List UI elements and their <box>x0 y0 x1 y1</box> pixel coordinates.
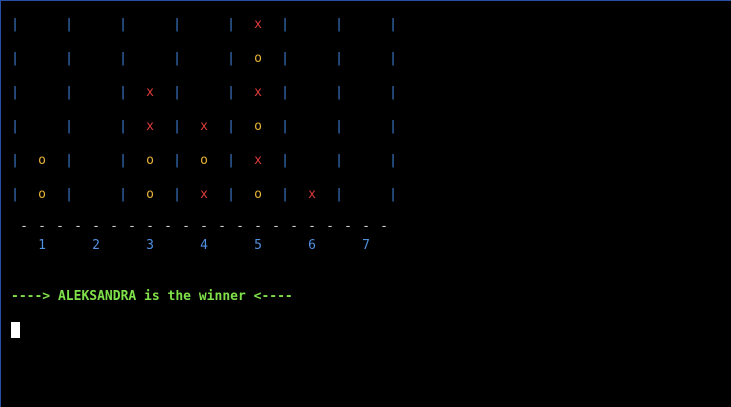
column-separator: | <box>281 119 289 134</box>
board-base-dash: - <box>290 219 298 234</box>
column-separator: | <box>173 187 181 202</box>
terminal-cursor <box>11 322 20 338</box>
column-separator: | <box>119 119 127 134</box>
board-base-dash: - <box>164 219 172 234</box>
board-base-dash: - <box>20 219 28 234</box>
player-o-token: o <box>38 153 46 168</box>
column-separator: | <box>119 187 127 202</box>
player-o-token: o <box>146 187 154 202</box>
board-base-dash: - <box>326 219 334 234</box>
column-separator: | <box>389 119 397 134</box>
column-number: 6 <box>308 238 316 253</box>
column-separator: | <box>173 85 181 100</box>
column-separator: | <box>389 17 397 32</box>
player-x-token: x <box>308 187 316 202</box>
column-separator: | <box>11 85 19 100</box>
column-separator: | <box>281 17 289 32</box>
board-base-dash: - <box>146 219 154 234</box>
board-base-dash: - <box>272 219 280 234</box>
column-separator: | <box>65 17 73 32</box>
column-number: 1 <box>38 238 46 253</box>
player-x-token: x <box>146 85 154 100</box>
board-base-dash: - <box>362 219 370 234</box>
player-o-token: o <box>254 119 262 134</box>
column-separator: | <box>335 85 343 100</box>
player-o-token: o <box>38 187 46 202</box>
board-base-dash: - <box>92 219 100 234</box>
column-separator: | <box>65 51 73 66</box>
column-separator: | <box>389 153 397 168</box>
column-separator: | <box>335 119 343 134</box>
board-base-dash: - <box>380 219 388 234</box>
board-base-dash: - <box>182 219 190 234</box>
column-separator: | <box>335 153 343 168</box>
column-separator: | <box>11 51 19 66</box>
column-separator: | <box>65 187 73 202</box>
board-base-dash: - <box>56 219 64 234</box>
column-separator: | <box>281 153 289 168</box>
column-separator: | <box>11 153 19 168</box>
board-base-dash: - <box>128 219 136 234</box>
player-o-token: o <box>146 153 154 168</box>
connect-four-board: | | | | | | | | x | | | | | | | | o | | | | | | | | x x | | | | | | | | x x o |… <box>0 0 731 407</box>
board-base-dash: - <box>200 219 208 234</box>
column-separator: | <box>389 51 397 66</box>
column-separator: | <box>173 119 181 134</box>
column-separator: | <box>335 51 343 66</box>
player-o-token: o <box>200 153 208 168</box>
winner-message: ----> ALEKSANDRA is the winner <---- <box>11 289 293 304</box>
column-separator: | <box>11 17 19 32</box>
column-separator: | <box>173 17 181 32</box>
column-separator: | <box>389 85 397 100</box>
column-separator: | <box>65 153 73 168</box>
board-base-dash: - <box>236 219 244 234</box>
board-base-dash: - <box>38 219 46 234</box>
column-separator: | <box>119 17 127 32</box>
board-base-dash: - <box>344 219 352 234</box>
column-number: 4 <box>200 238 208 253</box>
column-separator: | <box>65 85 73 100</box>
board-base-dash: - <box>110 219 118 234</box>
column-number: 5 <box>254 238 262 253</box>
player-x-token: x <box>254 85 262 100</box>
board-base-dash: - <box>308 219 316 234</box>
column-separator: | <box>119 85 127 100</box>
column-separator: | <box>281 187 289 202</box>
column-separator: | <box>11 187 19 202</box>
column-separator: | <box>227 85 235 100</box>
column-separator: | <box>281 85 289 100</box>
column-separator: | <box>227 187 235 202</box>
column-number: 7 <box>362 238 370 253</box>
column-number: 3 <box>146 238 154 253</box>
player-o-token: o <box>254 51 262 66</box>
board-base-dash: - <box>218 219 226 234</box>
column-separator: | <box>335 17 343 32</box>
column-separator: | <box>389 187 397 202</box>
column-separator: | <box>227 153 235 168</box>
board-base-dash: - <box>254 219 262 234</box>
board-base-dash: - <box>74 219 82 234</box>
column-separator: | <box>11 119 19 134</box>
player-x-token: x <box>200 187 208 202</box>
column-separator: | <box>281 51 289 66</box>
column-number: 2 <box>92 238 100 253</box>
column-separator: | <box>227 119 235 134</box>
column-separator: | <box>335 187 343 202</box>
player-x-token: x <box>254 153 262 168</box>
player-x-token: x <box>200 119 208 134</box>
column-separator: | <box>227 17 235 32</box>
column-separator: | <box>173 153 181 168</box>
column-separator: | <box>173 51 181 66</box>
player-x-token: x <box>254 17 262 32</box>
column-separator: | <box>119 153 127 168</box>
column-separator: | <box>227 51 235 66</box>
player-o-token: o <box>254 187 262 202</box>
column-separator: | <box>119 51 127 66</box>
column-separator: | <box>65 119 73 134</box>
player-x-token: x <box>146 119 154 134</box>
